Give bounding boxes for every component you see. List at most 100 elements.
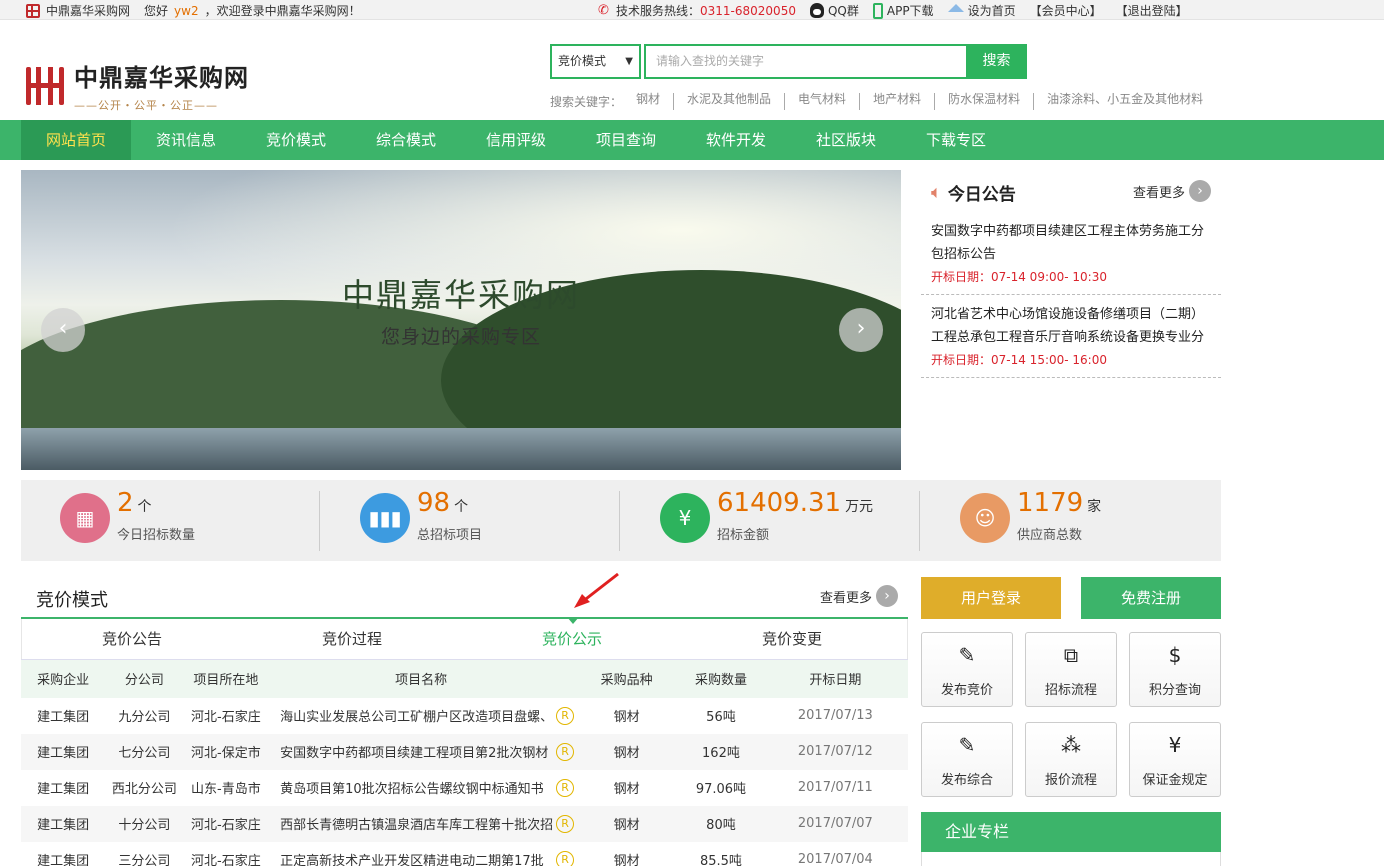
banner-next-button[interactable]: › <box>839 308 883 352</box>
quick-label: 发布竞价 <box>940 683 993 698</box>
nav-item-home[interactable]: 网站首页 <box>21 120 131 160</box>
keyword-link[interactable]: 钢材 <box>622 93 673 110</box>
keyword-link[interactable]: 地产材料 <box>859 93 934 110</box>
quick-tender-process[interactable]: ⧉ 招标流程 <box>1025 632 1117 707</box>
quick-label: 积分查询 <box>1148 683 1201 698</box>
project-name-cell[interactable]: 正定高新技术产业开发区精进电动二期第17批 R <box>268 842 575 866</box>
chevron-down-icon: ▼ <box>625 56 633 67</box>
project-name-text[interactable]: 安国数字中药都项目续建工程项目第2批次钢材 <box>280 742 560 761</box>
date-cell: 2017/07/04 <box>797 852 873 866</box>
nav-item-downloads[interactable]: 下载专区 <box>901 120 1011 160</box>
logo-name: 中鼎嘉华采购网 <box>74 63 249 92</box>
keyword-link[interactable]: 油漆涂料、小五金及其他材料 <box>1033 93 1216 110</box>
category-cell: 钢材 <box>574 805 680 842</box>
user-login-button[interactable]: 用户登录 <box>921 577 1061 619</box>
member-center-link[interactable]: 【会员中心】 <box>1030 2 1102 19</box>
branch-cell: 七分公司 <box>105 733 184 770</box>
buyer-cell: 建工集团 <box>21 805 106 842</box>
set-home-link[interactable]: 设为首页 <box>947 2 1016 19</box>
quick-label: 报价流程 <box>1044 773 1097 788</box>
tab-bid-change[interactable]: 竞价变更 <box>682 619 902 659</box>
project-name-text[interactable]: 正定高新技术产业开发区精进电动二期第17批 <box>280 850 560 866</box>
location-cell: 山东-青岛市 <box>191 782 261 797</box>
hero-banner[interactable]: 中鼎嘉华采购网 您身边的采购专区 ‹ › <box>21 170 901 470</box>
keyword-link[interactable]: 电气材料 <box>784 93 859 110</box>
quick-publish-bid[interactable]: ✎ 发布竞价 <box>921 632 1013 707</box>
tab-bid-announcement[interactable]: 竞价公告 <box>22 619 242 659</box>
stat-today-tenders: ▦ 2个 今日招标数量 <box>21 480 321 561</box>
nav-item-project-query[interactable]: 项目查询 <box>571 120 681 160</box>
tab-bid-process[interactable]: 竞价过程 <box>242 619 462 659</box>
stat-suppliers: ☺ 1179 家 供应商总数 <box>919 480 1221 561</box>
project-name-cell[interactable]: 安国数字中药都项目续建工程项目第2批次钢材 R <box>268 733 575 770</box>
project-name-cell[interactable]: 海山实业发展总公司工矿棚户区改造项目盘螺、 R <box>268 698 575 734</box>
table-row[interactable]: 建工集团 七分公司 河北-保定市 安国数字中药都项目续建工程项目第2批次钢材 R 钢材 16… <box>21 733 908 770</box>
notice-more-link[interactable]: 查看更多 › <box>1133 180 1211 202</box>
banner-prev-button[interactable]: ‹ <box>41 308 85 352</box>
app-download-link[interactable]: APP下载 <box>872 2 934 19</box>
stat-value: 98 <box>417 488 451 518</box>
banner-text: 中鼎嘉华采购网 您身边的采购专区 <box>21 270 901 349</box>
nav-item-news[interactable]: 资讯信息 <box>131 120 241 160</box>
search-mode-select[interactable]: 竞价模式 ▼ <box>550 44 641 79</box>
keyword-link[interactable]: 防水保温材料 <box>934 93 1033 110</box>
project-name-text[interactable]: 海山实业发展总公司工矿棚户区改造项目盘螺、 <box>280 706 560 725</box>
stat-unit: 个 <box>137 499 152 515</box>
username-link[interactable]: yw2 <box>174 4 199 18</box>
table-header-row: 采购企业 分公司 项目所在地 项目名称 采购品种 采购数量 开标日期 <box>21 659 908 698</box>
notice-item[interactable]: 安国数字中药都项目续建区工程主体劳务施工分包招标公告 开标日期：07-14 09… <box>921 212 1221 295</box>
nav-item-comprehensive[interactable]: 综合模式 <box>351 120 461 160</box>
project-name-cell[interactable]: 西部长青德明古镇温泉酒店车库工程第十批次招 R <box>268 805 575 842</box>
yen-icon: ¥ <box>660 493 710 543</box>
hotline-label: 技术服务热线： <box>616 4 701 18</box>
table-row[interactable]: 建工集团 三分公司 河北-石家庄 正定高新技术产业开发区精进电动二期第17批 R 钢材 85… <box>21 842 908 866</box>
branch-cell: 九分公司 <box>118 710 171 725</box>
notice-item[interactable]: 河北省艺术中心场馆设施设备修缮项目（二期）工程总承包工程音乐厅音响系统设备更换专… <box>921 295 1221 378</box>
speaker-icon: 🔈︎ <box>931 181 942 203</box>
site-logo[interactable]: 中鼎嘉华采购网 ——公开・公平・公正—— <box>24 58 249 113</box>
quick-deposit-rules[interactable]: ¥ 保证金规定 <box>1129 722 1221 797</box>
project-name-cell[interactable]: 黄岛项目第10批次招标公告螺纹钢中标通知书 R <box>268 770 575 806</box>
notice-item-title: 安国数字中药都项目续建区工程主体劳务施工分包招标公告 <box>931 224 1205 262</box>
buyer-cell: 建工集团 <box>21 733 106 770</box>
shield-yen-icon: ¥ <box>1168 733 1182 757</box>
bidding-more-link[interactable]: 查看更多 › <box>820 585 898 607</box>
bidding-title: 竞价模式 <box>36 590 108 611</box>
location-cell: 河北-石家庄 <box>191 854 261 866</box>
project-name-text[interactable]: 西部长青德明古镇温泉酒店车库工程第十批次招 <box>280 814 560 833</box>
buyer-cell: 建工集团 <box>37 710 90 725</box>
table-row[interactable]: 建工集团 西北分公司 山东-青岛市 黄岛项目第10批次招标公告螺纹钢中标通知书 R 钢材 9… <box>21 770 908 806</box>
search-input[interactable]: 请输入查找的关键字 <box>644 44 966 79</box>
qq-group-link[interactable]: QQ群 <box>809 2 859 19</box>
nav-item-bidding[interactable]: 竞价模式 <box>241 120 351 160</box>
nav-item-community[interactable]: 社区版块 <box>791 120 901 160</box>
top-bar: 中鼎嘉华采购网 您好 yw2 ，欢迎登录中鼎嘉华采购网！ ✆ 技术服务热线： 03… <box>0 0 1384 20</box>
quick-quote-process[interactable]: ⁂ 报价流程 <box>1025 722 1117 797</box>
column-header: 采购数量 <box>679 659 763 698</box>
tab-bid-publicity[interactable]: 竞价公示 <box>462 617 682 659</box>
stat-label: 供应商总数 <box>1017 528 1083 543</box>
hotline-number: 0311-68020050 <box>700 3 796 18</box>
free-register-button[interactable]: 免费注册 <box>1081 577 1221 619</box>
quantity-cell: 162吨 <box>679 733 763 770</box>
project-name-text[interactable]: 黄岛项目第10批次招标公告螺纹钢中标通知书 <box>280 778 560 797</box>
nav-item-credit[interactable]: 信用评级 <box>461 120 571 160</box>
registered-badge-icon: R <box>556 779 575 797</box>
quick-publish-comprehensive[interactable]: ✎ 发布综合 <box>921 722 1013 797</box>
category-cell: 钢材 <box>613 710 640 725</box>
category-cell: 钢材 <box>613 782 640 797</box>
nodes-icon: ⁂ <box>1061 733 1081 757</box>
search-button[interactable]: 搜索 <box>966 44 1027 79</box>
table-row[interactable]: 建工集团 十分公司 河北-石家庄 西部长青德明古镇温泉酒店车库工程第十批次招 R 钢材 80… <box>21 805 908 842</box>
quantity-cell: 97.06吨 <box>695 782 747 797</box>
notice-more-label: 查看更多 <box>1132 185 1185 201</box>
stat-label: 今日招标数量 <box>117 528 196 543</box>
buyer-cell: 建工集团 <box>37 782 90 797</box>
top-bar-left: 中鼎嘉华采购网 您好 yw2 ，欢迎登录中鼎嘉华采购网！ <box>26 2 361 19</box>
quick-points-query[interactable]: $ 积分查询 <box>1129 632 1221 707</box>
table-row[interactable]: 建工集团 九分公司 河北-石家庄 海山实业发展总公司工矿棚户区改造项目盘螺、 R 钢材 56… <box>21 698 908 734</box>
nav-item-software[interactable]: 软件开发 <box>681 120 791 160</box>
keyword-link[interactable]: 水泥及其他制品 <box>673 93 784 110</box>
logout-link[interactable]: 【退出登陆】 <box>1116 2 1188 19</box>
notice-item-title: 河北省艺术中心场馆设施设备修缮项目（二期）工程总承包工程音乐厅音响系统设备更换专… <box>931 307 1205 345</box>
